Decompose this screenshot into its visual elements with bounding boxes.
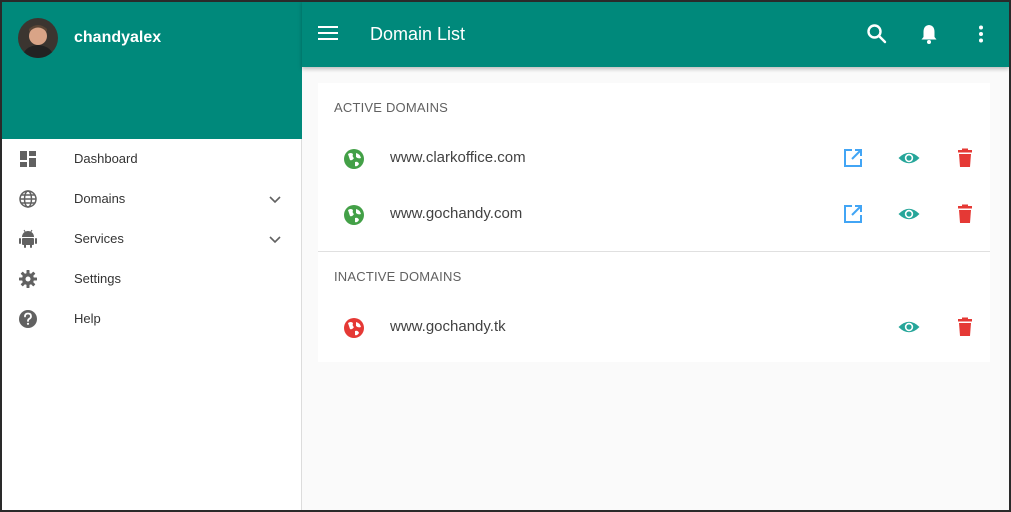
delete-icon[interactable]: [953, 202, 977, 226]
menu-icon[interactable]: [318, 24, 338, 42]
domain-name[interactable]: www.gochandy.tk: [390, 318, 506, 335]
delete-icon[interactable]: [953, 315, 977, 339]
sidebar-item-help[interactable]: Help: [0, 299, 301, 339]
eye-icon[interactable]: [897, 315, 921, 339]
globe-icon: [18, 189, 38, 209]
sidebar-header: chandyalex: [0, 0, 302, 139]
delete-icon[interactable]: [953, 146, 977, 170]
sidebar-item-services[interactable]: Services: [0, 219, 301, 259]
domain-list-card: ACTIVE DOMAINS www.clarkoffice.com www.g…: [318, 83, 990, 362]
bell-icon[interactable]: [917, 22, 941, 46]
globe-icon: [343, 148, 365, 170]
page-title: Domain List: [370, 24, 466, 44]
chevron-down-icon[interactable]: [266, 230, 284, 248]
eye-icon[interactable]: [897, 202, 921, 226]
help-icon: [18, 309, 38, 329]
open-in-new-icon[interactable]: [841, 146, 865, 170]
open-in-new-icon[interactable]: [841, 202, 865, 226]
section-header-inactive: INACTIVE DOMAINS: [334, 269, 462, 284]
more-vert-icon[interactable]: [969, 22, 993, 46]
chevron-down-icon[interactable]: [266, 190, 284, 208]
sidebar-item-label: Domains: [74, 191, 126, 206]
domain-row[interactable]: www.clarkoffice.com: [318, 131, 990, 187]
sidebar-item-label: Services: [74, 231, 124, 246]
domain-name[interactable]: www.gochandy.com: [390, 205, 522, 222]
sidebar-item-label: Dashboard: [74, 151, 138, 166]
avatar[interactable]: [18, 18, 58, 58]
gear-icon: [18, 269, 38, 289]
search-icon[interactable]: [865, 22, 889, 46]
sidebar: chandyalex Dashboard Domains Services Se…: [0, 0, 302, 512]
globe-icon: [343, 317, 365, 339]
globe-icon: [343, 204, 365, 226]
domain-row[interactable]: www.gochandy.tk: [318, 300, 990, 356]
section-header-active: ACTIVE DOMAINS: [334, 100, 449, 115]
username: chandyalex: [74, 29, 162, 46]
section-divider: [318, 251, 990, 252]
sidebar-item-domains[interactable]: Domains: [0, 179, 301, 219]
domain-name[interactable]: www.clarkoffice.com: [390, 149, 526, 166]
android-icon: [18, 229, 38, 249]
sidebar-item-label: Settings: [74, 271, 121, 286]
sidebar-item-label: Help: [74, 311, 101, 326]
dashboard-icon: [18, 149, 38, 169]
sidebar-item-dashboard[interactable]: Dashboard: [0, 139, 301, 179]
domain-row[interactable]: www.gochandy.com: [318, 187, 990, 243]
app-bar: Domain List: [302, 0, 1009, 67]
eye-icon[interactable]: [897, 146, 921, 170]
sidebar-item-settings[interactable]: Settings: [0, 259, 301, 299]
